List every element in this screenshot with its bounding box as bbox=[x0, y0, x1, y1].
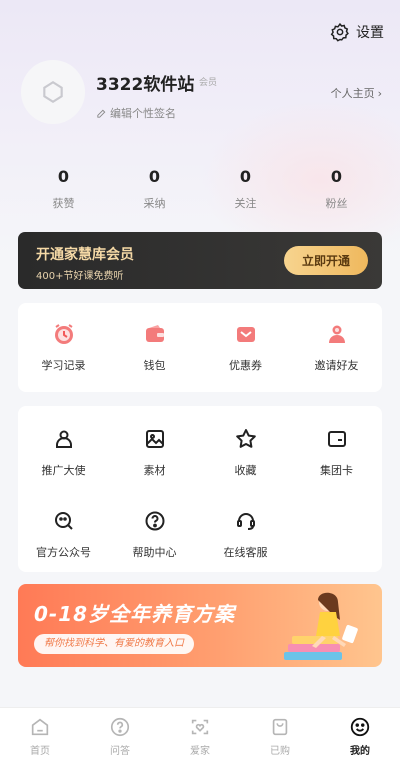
services-card: 推广大使 素材 收藏 集团卡 官方公众号 帮助中心 在线客服 bbox=[18, 406, 382, 572]
username: 3322软件站 bbox=[96, 75, 195, 95]
vip-subtitle: 400+节好课免费听 bbox=[36, 271, 124, 282]
quick-actions-card: 学习记录 钱包 优惠券 邀请好友 bbox=[18, 303, 382, 392]
service-favorites[interactable]: 收藏 bbox=[200, 426, 291, 478]
headset-icon bbox=[233, 508, 259, 534]
service-label: 帮助中心 bbox=[132, 546, 177, 559]
service-label: 推广大使 bbox=[41, 464, 86, 477]
service-group-card[interactable]: 集团卡 bbox=[291, 426, 382, 478]
coupon-icon bbox=[233, 321, 259, 347]
bag-icon bbox=[272, 718, 288, 736]
nav-mine[interactable]: 我的 bbox=[320, 708, 400, 761]
edit-signature[interactable]: 编辑个性签名 bbox=[96, 105, 176, 121]
stat-followers[interactable]: 0 粉丝 bbox=[291, 168, 382, 211]
service-official-account[interactable]: 官方公众号 bbox=[18, 508, 109, 560]
service-label: 在线客服 bbox=[223, 546, 268, 559]
nav-label: 首页 bbox=[30, 746, 50, 757]
quick-action-study-record[interactable]: 学习记录 bbox=[18, 321, 109, 373]
service-materials[interactable]: 素材 bbox=[109, 426, 200, 478]
invite-friend-icon bbox=[324, 321, 350, 347]
smile-icon bbox=[350, 717, 370, 737]
homepage-link[interactable]: 个人主页 › bbox=[331, 85, 382, 101]
help-icon bbox=[142, 508, 168, 534]
quick-action-label: 优惠券 bbox=[229, 359, 262, 372]
clock-icon bbox=[51, 321, 77, 347]
stat-label: 采纳 bbox=[143, 197, 166, 210]
nav-label: 已购 bbox=[270, 746, 290, 757]
service-label: 收藏 bbox=[234, 464, 257, 477]
quick-action-wallet[interactable]: 钱包 bbox=[109, 321, 200, 373]
avatar-placeholder-icon bbox=[43, 80, 63, 104]
girl-on-books-illustration bbox=[284, 592, 358, 660]
service-label: 官方公众号 bbox=[36, 546, 91, 559]
nav-label: 问答 bbox=[110, 746, 130, 757]
avatar[interactable] bbox=[21, 60, 85, 124]
vip-title: 开通家慧库会员 bbox=[36, 247, 134, 263]
nav-qa[interactable]: 问答 bbox=[80, 708, 160, 761]
quick-action-label: 邀请好友 bbox=[314, 359, 359, 372]
stat-adopted[interactable]: 0 采纳 bbox=[109, 168, 200, 211]
chevron-right-icon: › bbox=[377, 86, 382, 100]
bottom-nav: 首页 问答 爱家 已购 我的 bbox=[0, 707, 400, 761]
service-promoter[interactable]: 推广大使 bbox=[18, 426, 109, 478]
pencil-icon bbox=[97, 109, 106, 118]
quick-action-label: 钱包 bbox=[143, 359, 166, 372]
nav-love-home[interactable]: 爱家 bbox=[160, 708, 240, 761]
settings-button[interactable]: 设置 bbox=[330, 22, 384, 42]
gear-icon bbox=[330, 22, 349, 42]
service-help-center[interactable]: 帮助中心 bbox=[109, 508, 200, 560]
service-label: 素材 bbox=[143, 464, 166, 477]
promo-subtitle: 帮你找到科学、有爱的教育入口 bbox=[34, 634, 194, 654]
nav-label: 爱家 bbox=[190, 746, 210, 757]
star-icon bbox=[233, 426, 259, 452]
settings-label: 设置 bbox=[356, 25, 384, 41]
parenting-plan-banner[interactable]: 0-18岁全年养育方案 帮你找到科学、有爱的教育入口 bbox=[18, 584, 382, 667]
stat-label: 粉丝 bbox=[325, 197, 348, 210]
vip-banner[interactable]: 开通家慧库会员 400+节好课免费听 立即开通 bbox=[18, 232, 382, 289]
service-online-support[interactable]: 在线客服 bbox=[200, 508, 291, 560]
image-icon bbox=[142, 426, 168, 452]
chat-bubble-icon bbox=[51, 508, 77, 534]
stat-label: 获赞 bbox=[52, 197, 75, 210]
nav-label: 我的 bbox=[350, 746, 370, 757]
stat-value: 0 bbox=[239, 167, 252, 186]
stat-value: 0 bbox=[330, 167, 343, 186]
quick-action-label: 学习记录 bbox=[41, 359, 86, 372]
service-label: 集团卡 bbox=[320, 464, 353, 477]
home-icon bbox=[31, 718, 49, 736]
stats-row: 0 获赞 0 采纳 0 关注 0 粉丝 bbox=[18, 168, 382, 211]
stat-label: 关注 bbox=[234, 197, 257, 210]
stat-value: 0 bbox=[148, 167, 161, 186]
nav-home[interactable]: 首页 bbox=[0, 708, 80, 761]
vip-open-button[interactable]: 立即开通 bbox=[284, 246, 368, 275]
signature-hint: 编辑个性签名 bbox=[110, 107, 176, 120]
heart-home-icon bbox=[191, 719, 209, 735]
stat-likes[interactable]: 0 获赞 bbox=[18, 168, 109, 211]
person-icon bbox=[51, 426, 77, 452]
question-icon bbox=[110, 717, 130, 737]
homepage-link-label: 个人主页 bbox=[330, 87, 375, 100]
card-icon bbox=[324, 426, 350, 452]
member-tag: 会员 bbox=[199, 78, 218, 88]
promo-title: 0-18岁全年养育方案 bbox=[34, 602, 236, 626]
stat-following[interactable]: 0 关注 bbox=[200, 168, 291, 211]
profile-screen: 设置 3322软件站 会员 编辑个性签名 个人主页 › 0 获赞 0 采纳 0 … bbox=[0, 0, 400, 761]
nav-purchased[interactable]: 已购 bbox=[240, 708, 320, 761]
quick-action-invite[interactable]: 邀请好友 bbox=[291, 321, 382, 373]
wallet-icon bbox=[142, 321, 168, 347]
quick-action-coupon[interactable]: 优惠券 bbox=[200, 321, 291, 373]
stat-value: 0 bbox=[57, 167, 70, 186]
